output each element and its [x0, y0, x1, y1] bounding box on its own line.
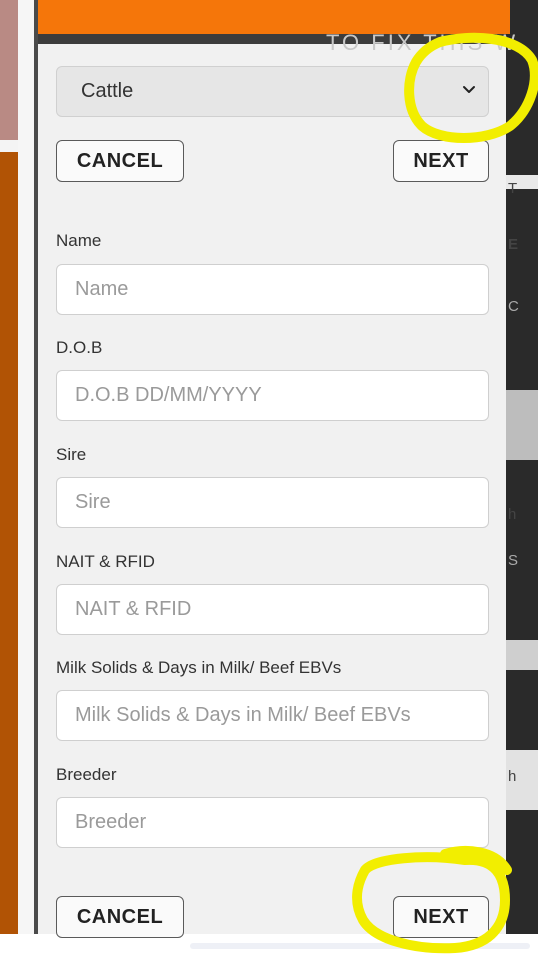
dob-input[interactable]: [56, 370, 489, 421]
cancel-button[interactable]: CANCEL: [56, 140, 184, 182]
sire-label: Sire: [56, 445, 87, 464]
background-right-text: E: [508, 236, 519, 253]
name-input[interactable]: [56, 264, 489, 315]
background-right-text: S: [508, 552, 519, 569]
cancel-button-bottom[interactable]: CANCEL: [56, 896, 184, 938]
modal-header: [38, 0, 510, 34]
background-right-text: T: [508, 180, 518, 197]
milk-solids-input[interactable]: [56, 690, 489, 741]
header-ghost-text: TO FIX THIS W: [326, 30, 519, 55]
background-right-text: h: [508, 768, 517, 785]
background-right-text: C: [508, 298, 519, 315]
background-left-panel: [0, 0, 18, 140]
background-gap: [18, 0, 34, 934]
background-right-strip: [506, 390, 538, 460]
background-left-gap: [0, 140, 18, 152]
sire-input[interactable]: [56, 477, 489, 528]
breeder-input[interactable]: [56, 797, 489, 848]
name-label: Name: [56, 231, 102, 250]
chevron-down-icon: [463, 86, 475, 93]
next-button[interactable]: NEXT: [393, 140, 489, 182]
breeder-label: Breeder: [56, 765, 117, 784]
animal-type-select[interactable]: Cattle: [56, 66, 489, 117]
animal-type-value: Cattle: [81, 80, 134, 102]
nait-rfid-label: NAIT & RFID: [56, 552, 155, 571]
dob-label: D.O.B: [56, 338, 103, 357]
next-button-bottom[interactable]: NEXT: [393, 896, 489, 938]
background-left-orange-panel: [0, 152, 18, 934]
nait-rfid-input[interactable]: [56, 584, 489, 635]
background-right-strip: [506, 640, 538, 670]
milk-solids-label: Milk Solids & Days in Milk/ Beef EBVs: [56, 658, 342, 677]
background-right-text: h: [508, 506, 517, 523]
background-bottom-bar: [190, 943, 530, 949]
